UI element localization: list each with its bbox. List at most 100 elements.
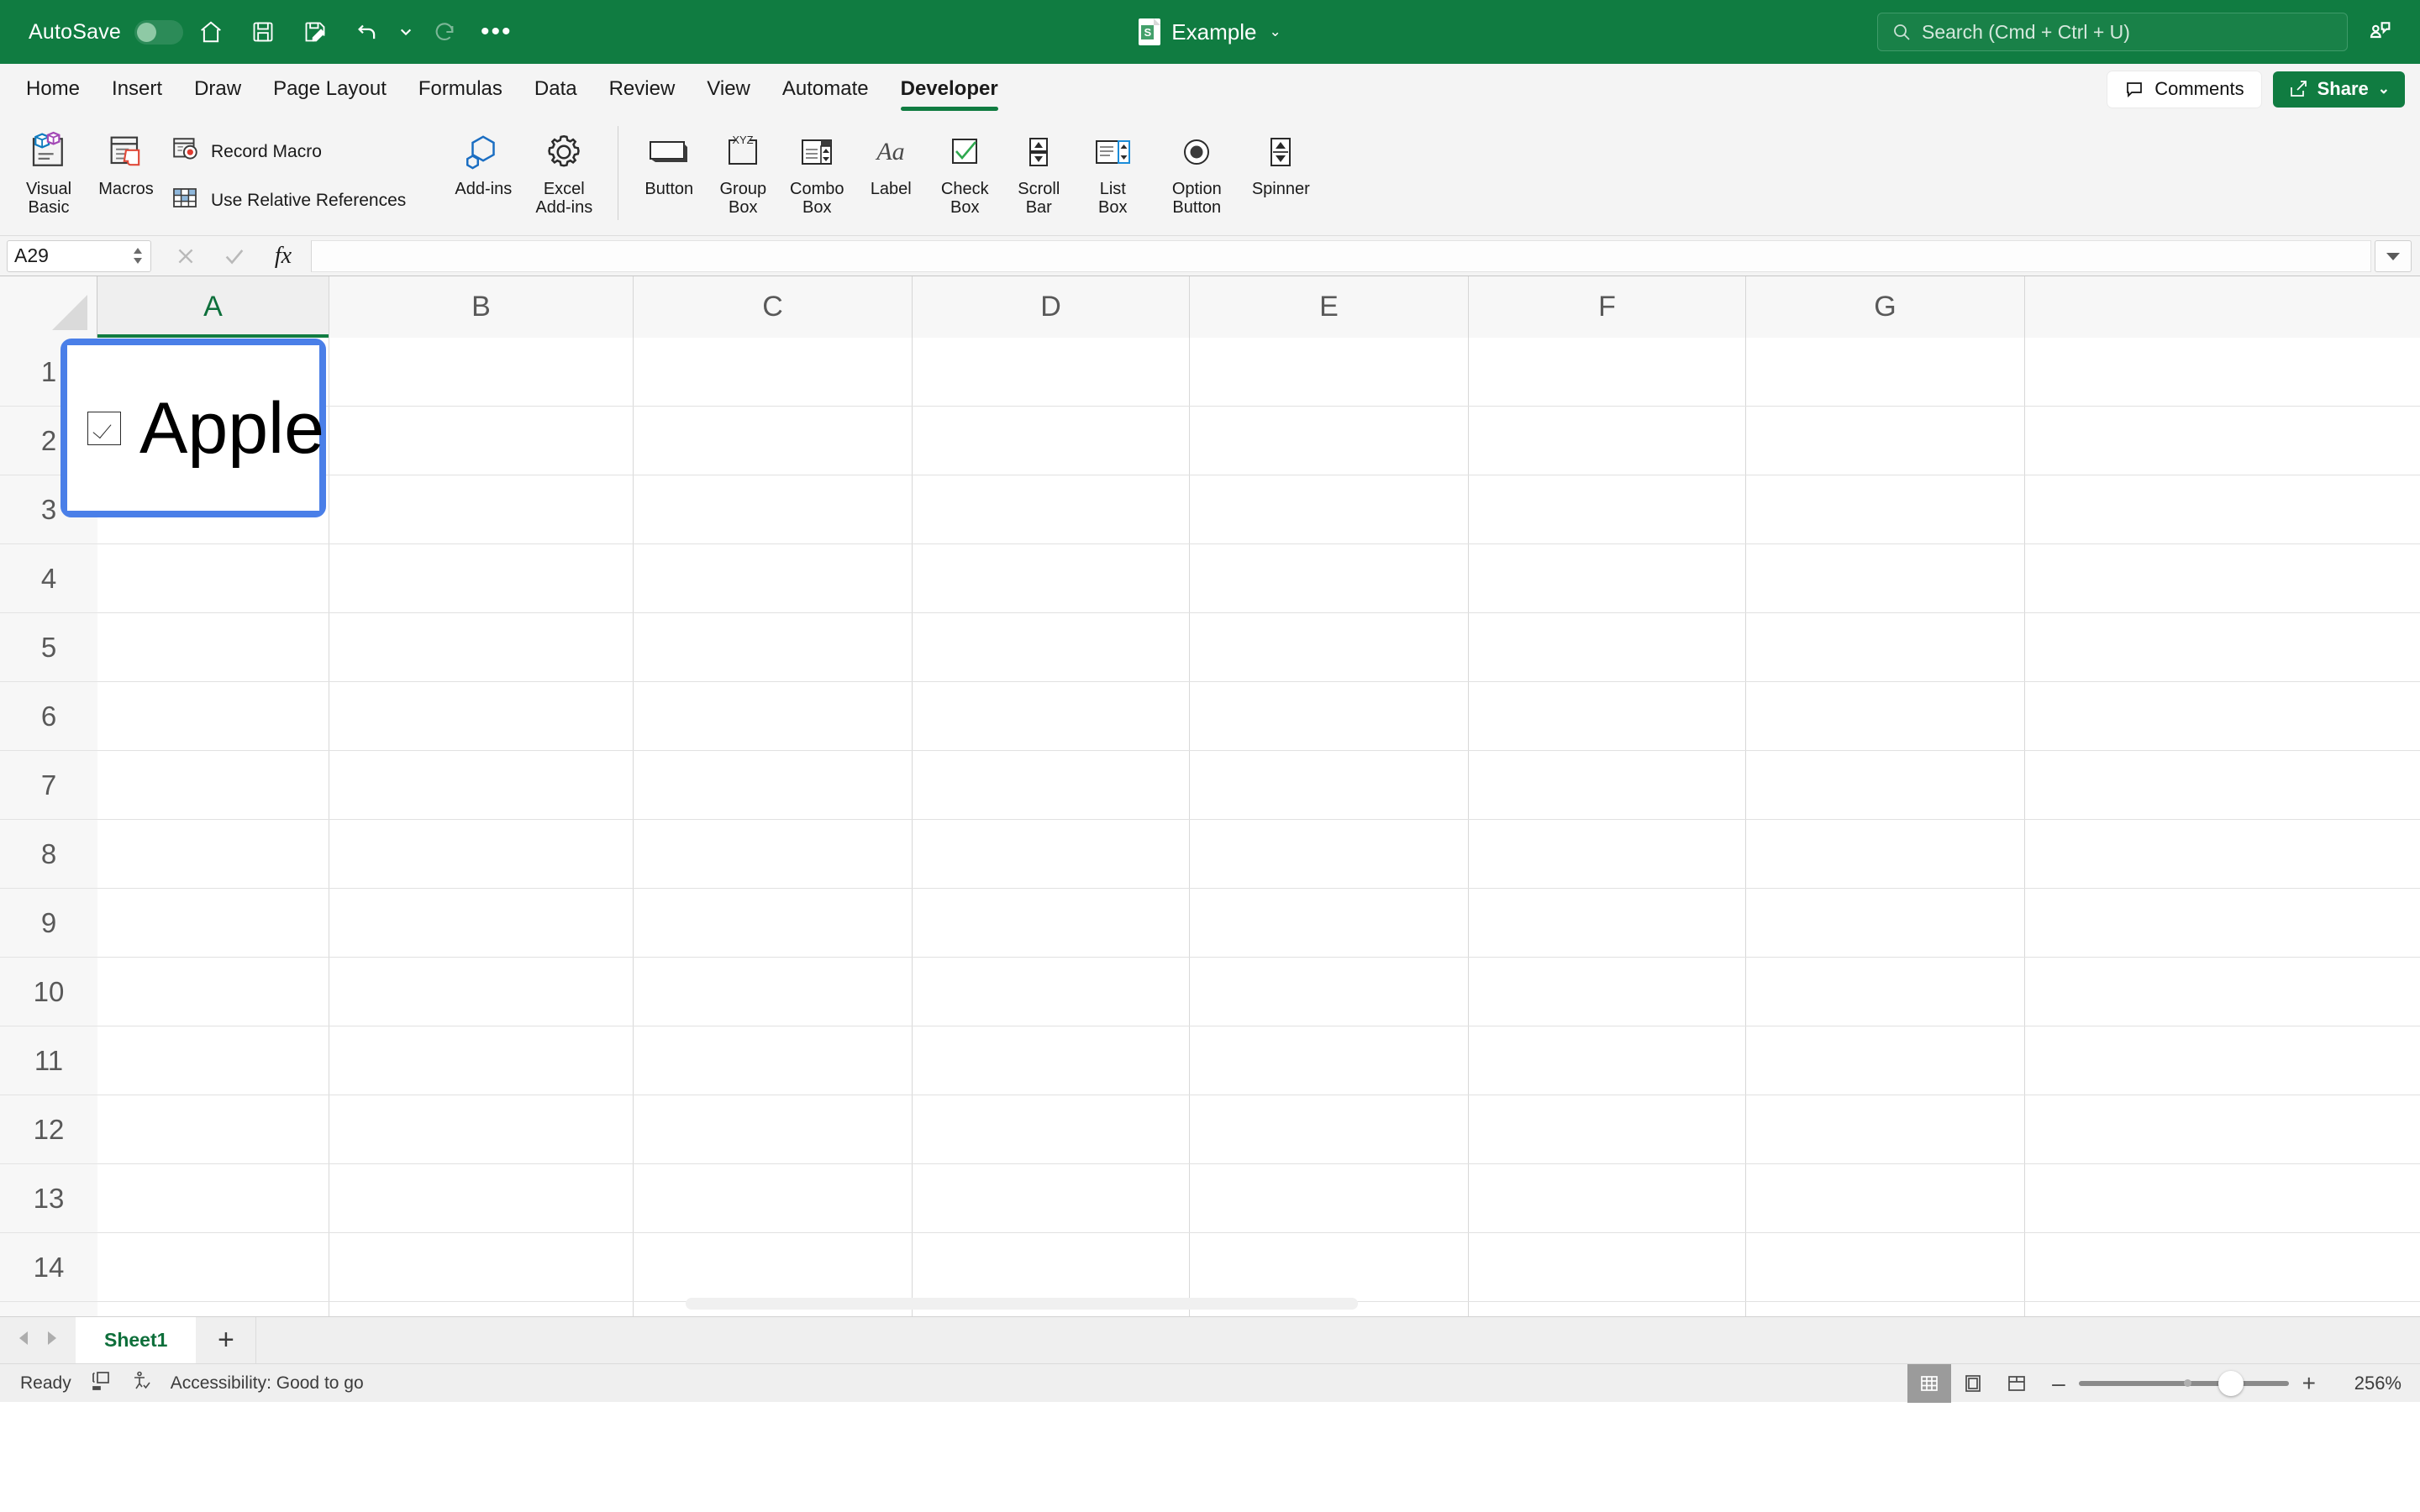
row-header-14[interactable]: 14 [0, 1233, 97, 1302]
check-box-form-control[interactable]: Apple [67, 345, 319, 511]
save-as-icon[interactable] [291, 8, 339, 56]
tab-developer[interactable]: Developer [885, 64, 1014, 114]
label-icon: Aa [870, 128, 912, 176]
check-box-icon[interactable] [87, 412, 121, 445]
column-header-H[interactable] [2025, 276, 2420, 338]
group-box-control[interactable]: XYZ Group Box [706, 121, 780, 218]
name-box[interactable]: A29 [7, 240, 151, 272]
undo-dropdown-icon[interactable] [395, 8, 417, 56]
page-layout-view-button[interactable] [1951, 1364, 1995, 1403]
insert-function-icon[interactable]: fx [259, 237, 308, 276]
accessibility-icon[interactable] [130, 1370, 152, 1396]
add-sheet-button[interactable]: + [196, 1317, 256, 1363]
column-header-B[interactable]: B [329, 276, 634, 338]
previous-sheet-icon[interactable] [15, 1329, 34, 1352]
form-button-control[interactable]: Button [632, 121, 706, 198]
row-header-15[interactable]: 15 [0, 1302, 97, 1316]
column-header-D[interactable]: D [913, 276, 1190, 338]
name-box-spinner[interactable] [132, 247, 144, 265]
scroll-bar-control[interactable]: Scroll Bar [1002, 121, 1076, 218]
normal-view-button[interactable] [1907, 1364, 1951, 1403]
check-box-caption: Apple [139, 392, 324, 465]
redo-icon[interactable] [420, 8, 469, 56]
add-ins-button[interactable]: Add-ins [443, 121, 523, 198]
home-icon[interactable] [187, 8, 235, 56]
zoom-slider-handle[interactable] [2218, 1371, 2244, 1396]
page-break-view-button[interactable] [1995, 1364, 2039, 1403]
combo-box-icon [796, 128, 838, 176]
comment-bubble-icon [2124, 79, 2144, 99]
ribbon-tabs: Home Insert Draw Page Layout Formulas Da… [0, 64, 1014, 114]
row-header-8[interactable]: 8 [0, 820, 97, 889]
ribbon-group-form-controls: Button XYZ Group Box [632, 114, 1318, 235]
combo-box-control[interactable]: Combo Box [780, 121, 854, 218]
zoom-slider[interactable] [2079, 1381, 2289, 1386]
chevron-down-icon[interactable]: ⌄ [1269, 24, 1281, 40]
zoom-level-label[interactable]: 256% [2329, 1373, 2402, 1394]
more-options-icon[interactable]: ••• [474, 26, 519, 38]
check-box-control[interactable]: Check Box [928, 121, 1002, 218]
macros-button[interactable]: Macros [89, 121, 163, 198]
tab-automate[interactable]: Automate [766, 64, 885, 114]
tab-draw[interactable]: Draw [178, 64, 257, 114]
row-header-6[interactable]: 6 [0, 682, 97, 751]
comments-button[interactable]: Comments [2107, 71, 2260, 108]
share-button[interactable]: Share ⌄ [2273, 71, 2405, 108]
tab-view[interactable]: View [691, 64, 766, 114]
tab-home[interactable]: Home [10, 64, 96, 114]
tab-formulas[interactable]: Formulas [402, 64, 518, 114]
row-header-7[interactable]: 7 [0, 751, 97, 820]
search-input[interactable]: Search (Cmd + Ctrl + U) [1877, 13, 2348, 51]
column-header-G[interactable]: G [1746, 276, 2025, 338]
autosave-toggle[interactable] [134, 20, 183, 45]
row-header-10[interactable]: 10 [0, 958, 97, 1026]
visual-basic-button[interactable]: Visual Basic [8, 121, 89, 218]
sheet-tab-sheet1[interactable]: Sheet1 [76, 1317, 196, 1363]
tab-insert[interactable]: Insert [96, 64, 178, 114]
expand-formula-bar-icon[interactable] [2375, 240, 2412, 272]
grid-line-h [97, 750, 2420, 751]
select-all-corner[interactable] [0, 276, 97, 338]
tab-page-layout[interactable]: Page Layout [257, 64, 402, 114]
column-header-C[interactable]: C [634, 276, 913, 338]
zoom-in-button[interactable]: + [2302, 1372, 2316, 1395]
next-sheet-icon[interactable] [42, 1329, 60, 1352]
document-title-chip[interactable]: S Example ⌄ [1139, 18, 1281, 45]
use-relative-references-button[interactable]: Use Relative References [163, 179, 414, 222]
check-box-icon [944, 128, 986, 176]
spinner-icon [1261, 128, 1300, 176]
row-header-4[interactable]: 4 [0, 544, 97, 613]
accept-icon[interactable] [210, 237, 259, 276]
row-header-5[interactable]: 5 [0, 613, 97, 682]
row-header-12[interactable]: 12 [0, 1095, 97, 1164]
svg-text:XYZ: XYZ [733, 134, 754, 146]
spreadsheet-grid: A B C D E F G 1 2 3 4 5 6 7 8 9 10 11 12… [0, 276, 2420, 1316]
row-header-9[interactable]: 9 [0, 889, 97, 958]
tab-review[interactable]: Review [593, 64, 692, 114]
check-box-label: Check Box [941, 180, 989, 218]
page-layout-indicator-icon[interactable] [90, 1370, 112, 1396]
zoom-out-button[interactable]: – [2052, 1372, 2065, 1395]
grid-line-h [97, 612, 2420, 613]
column-header-F[interactable]: F [1469, 276, 1746, 338]
tab-data[interactable]: Data [518, 64, 593, 114]
save-icon[interactable] [239, 8, 287, 56]
column-header-E[interactable]: E [1190, 276, 1469, 338]
undo-icon[interactable] [343, 8, 392, 56]
label-control[interactable]: Aa Label [854, 121, 928, 198]
formula-input[interactable] [311, 240, 2371, 272]
record-macro-button[interactable]: Record Macro [163, 129, 414, 174]
status-bar-right: – + 256% [1907, 1364, 2420, 1403]
option-button-control[interactable]: Option Button [1150, 121, 1244, 218]
row-header-11[interactable]: 11 [0, 1026, 97, 1095]
list-box-control[interactable]: List Box [1076, 121, 1150, 218]
chevron-down-icon[interactable]: ⌄ [2378, 81, 2390, 97]
cancel-icon[interactable] [161, 237, 210, 276]
spinner-control[interactable]: Spinner [1244, 121, 1318, 198]
row-header-13[interactable]: 13 [0, 1164, 97, 1233]
excel-add-ins-button[interactable]: Excel Add-ins [523, 121, 604, 218]
account-people-icon[interactable] [2356, 8, 2403, 55]
column-header-A[interactable]: A [97, 276, 329, 338]
horizontal-scrollbar[interactable] [686, 1298, 1358, 1310]
cell-area[interactable]: Apple [97, 338, 2420, 1316]
